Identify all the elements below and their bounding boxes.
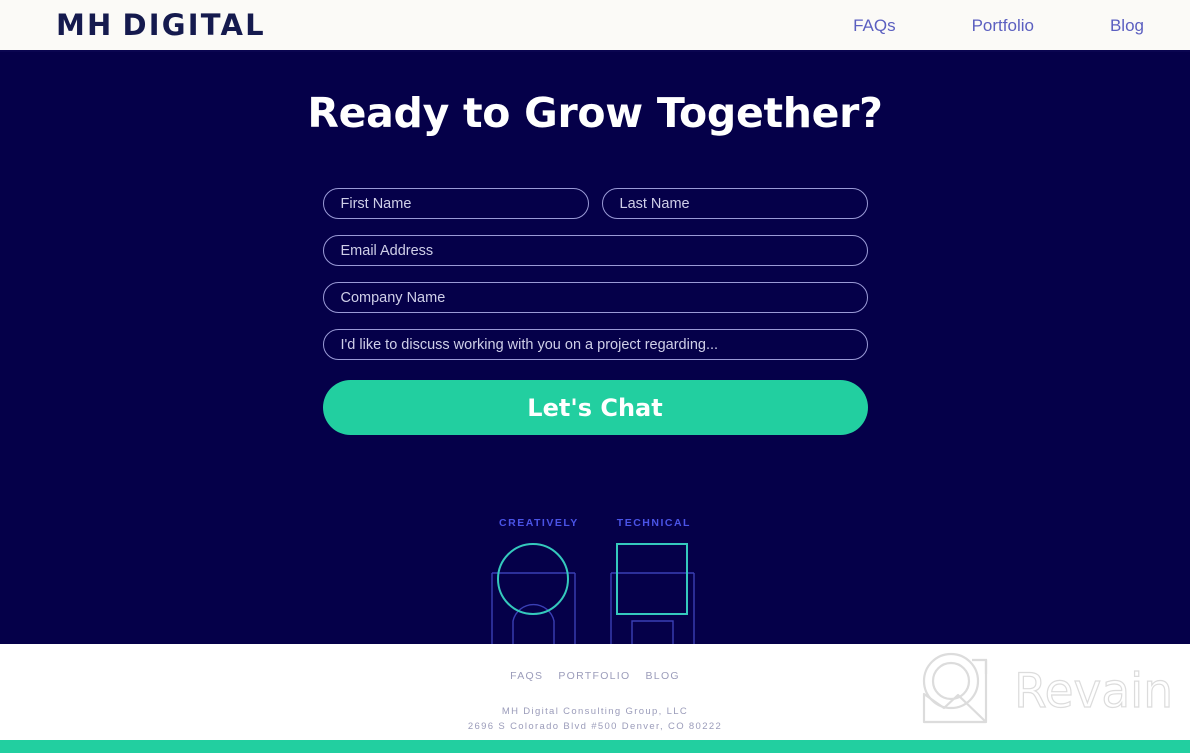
- label-technical: TECHNICAL: [616, 517, 691, 529]
- form-row-email: [322, 235, 868, 266]
- brand-graphic-labels: CREATIVELY TECHNICAL: [480, 517, 710, 529]
- site-logo[interactable]: MH DIGITAL: [56, 7, 266, 42]
- page-root: MH DIGITAL FAQs Portfolio Blog Ready to G…: [0, 0, 1190, 753]
- brand-graphic: CREATIVELY TECHNICAL: [480, 517, 710, 644]
- footer-link-portfolio[interactable]: PORTFOLIO: [558, 670, 630, 682]
- footer-link-faqs[interactable]: FAQS: [510, 670, 543, 682]
- nav-link-portfolio[interactable]: Portfolio: [934, 17, 1072, 34]
- hero-section: Ready to Grow Together? Let's Chat CREAT…: [0, 52, 1190, 644]
- site-footer: FAQS PORTFOLIO BLOG MH Digital Consultin…: [0, 644, 1190, 732]
- footer-address: MH Digital Consulting Group, LLC 2696 S …: [0, 705, 1190, 734]
- footer-links: FAQS PORTFOLIO BLOG: [0, 644, 1190, 682]
- company-name-input[interactable]: [322, 282, 868, 313]
- first-name-input[interactable]: [322, 188, 589, 219]
- form-row-message: [322, 329, 868, 360]
- nav-link-blog[interactable]: Blog: [1072, 17, 1144, 34]
- email-input[interactable]: [322, 235, 868, 266]
- page-title: Ready to Grow Together?: [307, 89, 883, 137]
- message-input[interactable]: [322, 329, 868, 360]
- mh-monogram-icon: [491, 543, 695, 644]
- footer-accent-strip: [0, 740, 1190, 753]
- footer-street-address: 2696 S Colorado Blvd #500 Denver, CO 802…: [467, 720, 723, 732]
- main-nav: FAQs Portfolio Blog: [815, 17, 1144, 34]
- footer-company-name: MH Digital Consulting Group, LLC: [501, 706, 689, 717]
- logo-text-mh: MH: [56, 7, 114, 42]
- lets-chat-button[interactable]: Let's Chat: [322, 380, 868, 435]
- contact-form: Let's Chat: [322, 188, 868, 435]
- logo-text-digital: DIGITAL: [122, 7, 266, 42]
- site-header: MH DIGITAL FAQs Portfolio Blog: [0, 0, 1190, 52]
- form-row-name: [322, 188, 868, 219]
- last-name-input[interactable]: [601, 188, 868, 219]
- footer-link-blog[interactable]: BLOG: [646, 670, 680, 682]
- label-creatively: CREATIVELY: [499, 517, 579, 529]
- form-row-company: [322, 282, 868, 313]
- nav-link-faqs[interactable]: FAQs: [815, 17, 934, 34]
